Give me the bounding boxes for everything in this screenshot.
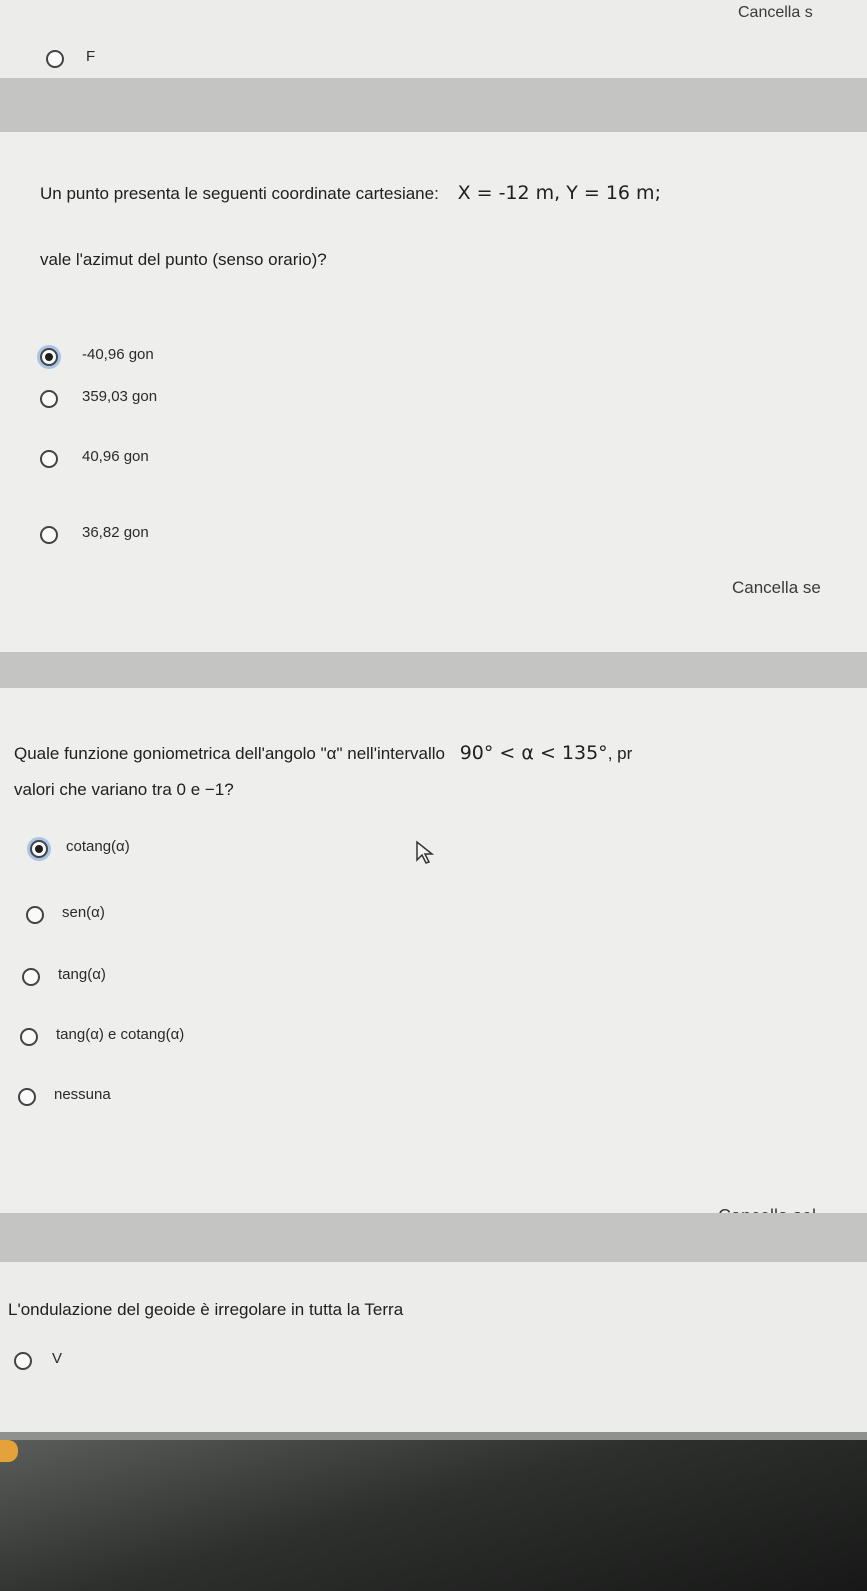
question-text: Un punto presenta le seguenti coordinate… bbox=[40, 182, 661, 204]
clear-selection-link[interactable]: Cancella s bbox=[738, 4, 813, 22]
option-label-4: 36,82 gon bbox=[82, 524, 149, 541]
card-gap bbox=[0, 1213, 867, 1262]
option-label-2: sen(α) bbox=[62, 904, 105, 921]
option-radio-false[interactable] bbox=[46, 50, 64, 68]
option-label-5: nessuna bbox=[54, 1086, 111, 1103]
question-math: X = -12 m, Y = 16 m; bbox=[457, 182, 661, 204]
mouse-cursor-icon bbox=[416, 840, 435, 864]
option-label-3: tang(α) bbox=[58, 966, 106, 983]
option-label-1: cotang(α) bbox=[66, 838, 130, 855]
question-text-line-2: vale l'azimut del punto (senso orario)? bbox=[40, 250, 327, 269]
question-card: Quale funzione goniometrica dell'angolo … bbox=[0, 688, 867, 1226]
option-label-1: -40,96 gon bbox=[82, 346, 154, 363]
option-radio-4[interactable] bbox=[40, 526, 58, 544]
question-card: L'ondulazione del geoide è irregolare in… bbox=[0, 1262, 867, 1432]
option-radio-2[interactable] bbox=[40, 390, 58, 408]
question-text-tail: , pr bbox=[607, 744, 633, 763]
question-text: Quale funzione goniometrica dell'angolo … bbox=[14, 742, 632, 764]
card-gap bbox=[0, 652, 867, 688]
option-label-3: 40,96 gon bbox=[82, 448, 149, 465]
clear-selection-link[interactable]: Cancella se bbox=[732, 578, 821, 598]
question-text: L'ondulazione del geoide è irregolare in… bbox=[8, 1300, 404, 1319]
option-radio-3[interactable] bbox=[40, 450, 58, 468]
option-radio-5[interactable] bbox=[18, 1088, 36, 1106]
option-label: V bbox=[52, 1350, 63, 1367]
option-radio-true[interactable] bbox=[14, 1352, 32, 1370]
option-radio-2[interactable] bbox=[26, 906, 44, 924]
option-label-2: 359,03 gon bbox=[82, 388, 158, 405]
question-text-line-2: valori che variano tra 0 e −1? bbox=[14, 780, 234, 799]
previous-question-card: Cancella s F bbox=[0, 0, 867, 78]
option-radio-4[interactable] bbox=[20, 1028, 38, 1046]
option-radio-1[interactable] bbox=[40, 348, 58, 366]
option-radio-3[interactable] bbox=[22, 968, 40, 986]
question-card: Un punto presenta le seguenti coordinate… bbox=[0, 132, 867, 652]
option-radio-1[interactable] bbox=[30, 840, 48, 858]
option-label-4: tang(α) e cotang(α) bbox=[56, 1026, 185, 1043]
question-math: 90° < α < 135° bbox=[459, 742, 608, 764]
taskbar-badge-icon bbox=[0, 1440, 18, 1462]
option-label: F bbox=[86, 48, 96, 65]
card-gap bbox=[0, 78, 867, 132]
question-text-line: Un punto presenta le seguenti coordinate… bbox=[40, 184, 439, 203]
screen-bezel bbox=[0, 1440, 867, 1591]
question-text-line: Quale funzione goniometrica dell'angolo … bbox=[14, 744, 445, 763]
